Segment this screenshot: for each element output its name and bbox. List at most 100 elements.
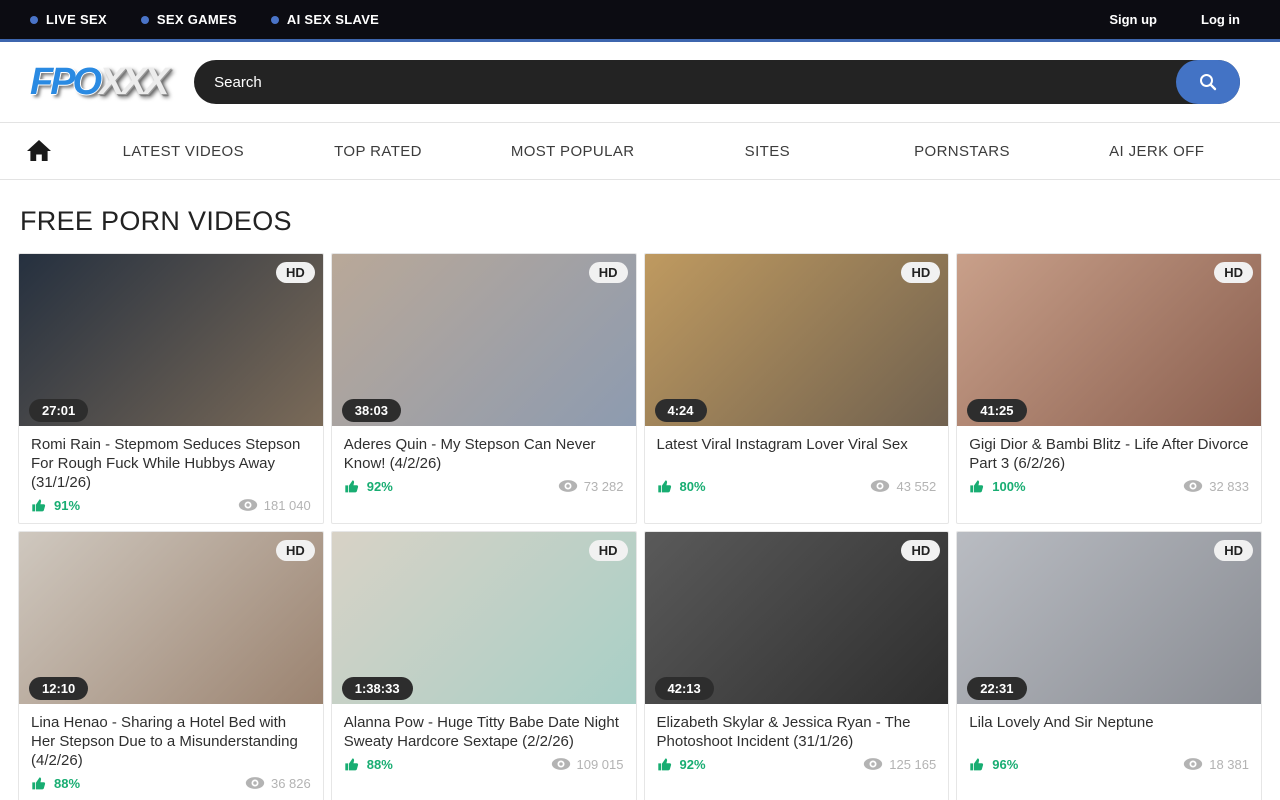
video-info: Elizabeth Skylar & Jessica Ryan - The Ph… <box>645 704 949 782</box>
hd-badge: HD <box>1214 540 1253 561</box>
video-title[interactable]: Alanna Pow - Huge Titty Babe Date Night … <box>344 713 624 751</box>
video-thumbnail[interactable]: HD 22:31 <box>957 532 1261 704</box>
nav-item-most-popular[interactable]: MOST POPULAR <box>475 143 670 160</box>
site-header: FPOXXX <box>0 42 1280 122</box>
eye-icon <box>863 757 883 771</box>
video-thumbnail[interactable]: HD 12:10 <box>19 532 323 704</box>
thumbs-up-icon <box>31 775 48 791</box>
video-info: Latest Viral Instagram Lover Viral Sex 8… <box>645 426 949 504</box>
video-thumbnail[interactable]: HD 38:03 <box>332 254 636 426</box>
view-count: 36 826 <box>271 776 311 791</box>
bullet-dot-icon <box>141 16 149 24</box>
signup-link[interactable]: Sign up <box>1109 12 1157 27</box>
video-card[interactable]: HD 12:10 Lina Henao - Sharing a Hotel Be… <box>18 531 324 800</box>
topbar-auth: Sign up Log in <box>1109 12 1240 27</box>
hd-badge: HD <box>1214 262 1253 283</box>
logo-text-primary: FPO <box>30 61 99 103</box>
duration-badge: 4:24 <box>655 399 707 422</box>
thumbs-up-icon <box>969 756 986 772</box>
eye-icon <box>1183 757 1203 771</box>
video-info: Romi Rain - Stepmom Seduces Stepson For … <box>19 426 323 523</box>
main-nav: LATEST VIDEOS TOP RATED MOST POPULAR SIT… <box>0 122 1280 180</box>
home-icon <box>26 139 52 163</box>
nav-item-top-rated[interactable]: TOP RATED <box>281 143 476 160</box>
view-count: 109 015 <box>577 757 624 772</box>
like-rating: 88% <box>31 775 80 791</box>
view-counter: 181 040 <box>238 498 311 513</box>
eye-icon <box>551 757 571 771</box>
video-title[interactable]: Lina Henao - Sharing a Hotel Bed with He… <box>31 713 311 770</box>
nav-item-pornstars[interactable]: PORNSTARS <box>865 143 1060 160</box>
video-thumbnail[interactable]: HD 42:13 <box>645 532 949 704</box>
video-card[interactable]: HD 38:03 Aderes Quin - My Stepson Can Ne… <box>331 253 637 524</box>
video-grid: HD 27:01 Romi Rain - Stepmom Seduces Ste… <box>18 253 1262 800</box>
view-count: 125 165 <box>889 757 936 772</box>
video-card[interactable]: HD 4:24 Latest Viral Instagram Lover Vir… <box>644 253 950 524</box>
duration-badge: 41:25 <box>967 399 1026 422</box>
video-info: Aderes Quin - My Stepson Can Never Know!… <box>332 426 636 504</box>
nav-item-sites[interactable]: SITES <box>670 143 865 160</box>
like-rating: 88% <box>344 756 393 772</box>
hd-badge: HD <box>589 262 628 283</box>
view-counter: 109 015 <box>551 757 624 772</box>
like-rating: 92% <box>344 478 393 494</box>
duration-badge: 12:10 <box>29 677 88 700</box>
video-title[interactable]: Latest Viral Instagram Lover Viral Sex <box>657 435 937 473</box>
topbar-link-label: AI SEX SLAVE <box>287 12 379 27</box>
view-count: 32 833 <box>1209 479 1249 494</box>
view-counter: 43 552 <box>870 479 936 494</box>
video-thumbnail[interactable]: HD 27:01 <box>19 254 323 426</box>
eye-icon <box>870 479 890 493</box>
topbar-link-live-sex[interactable]: LIVE SEX <box>30 12 107 27</box>
topbar-link-label: SEX GAMES <box>157 12 237 27</box>
nav-item-home[interactable] <box>26 139 86 163</box>
hd-badge: HD <box>589 540 628 561</box>
thumbs-up-icon <box>657 478 674 494</box>
view-count: 43 552 <box>896 479 936 494</box>
view-counter: 18 381 <box>1183 757 1249 772</box>
video-card[interactable]: HD 41:25 Gigi Dior & Bambi Blitz - Life … <box>956 253 1262 524</box>
nav-item-latest-videos[interactable]: LATEST VIDEOS <box>86 143 281 160</box>
video-thumbnail[interactable]: HD 41:25 <box>957 254 1261 426</box>
eye-icon <box>245 776 265 790</box>
eye-icon <box>1183 479 1203 493</box>
video-info: Lina Henao - Sharing a Hotel Bed with He… <box>19 704 323 800</box>
video-stats: 88% 36 826 <box>31 775 311 791</box>
video-title[interactable]: Aderes Quin - My Stepson Can Never Know!… <box>344 435 624 473</box>
topbar-link-ai-sex-slave[interactable]: AI SEX SLAVE <box>271 12 379 27</box>
video-card[interactable]: HD 22:31 Lila Lovely And Sir Neptune 96% <box>956 531 1262 800</box>
nav-item-ai-jerk-off[interactable]: AI JERK OFF <box>1059 143 1254 160</box>
search-input[interactable] <box>194 60 1240 104</box>
duration-badge: 27:01 <box>29 399 88 422</box>
search-button[interactable] <box>1176 60 1240 104</box>
thumbs-up-icon <box>969 478 986 494</box>
video-stats: 80% 43 552 <box>657 478 937 494</box>
like-rating: 92% <box>657 756 706 772</box>
view-counter: 125 165 <box>863 757 936 772</box>
video-thumbnail[interactable]: HD 1:38:33 <box>332 532 636 704</box>
video-title[interactable]: Gigi Dior & Bambi Blitz - Life After Div… <box>969 435 1249 473</box>
video-card[interactable]: HD 42:13 Elizabeth Skylar & Jessica Ryan… <box>644 531 950 800</box>
thumbs-up-icon <box>344 756 361 772</box>
hd-badge: HD <box>276 262 315 283</box>
video-title[interactable]: Lila Lovely And Sir Neptune <box>969 713 1249 751</box>
view-count: 73 282 <box>584 479 624 494</box>
view-counter: 36 826 <box>245 776 311 791</box>
video-title[interactable]: Elizabeth Skylar & Jessica Ryan - The Ph… <box>657 713 937 751</box>
logo-text-secondary: XXX <box>99 61 166 103</box>
like-percent: 92% <box>680 757 706 772</box>
video-title[interactable]: Romi Rain - Stepmom Seduces Stepson For … <box>31 435 311 492</box>
topbar-links: LIVE SEX SEX GAMES AI SEX SLAVE <box>30 12 379 27</box>
video-card[interactable]: HD 1:38:33 Alanna Pow - Huge Titty Babe … <box>331 531 637 800</box>
video-card[interactable]: HD 27:01 Romi Rain - Stepmom Seduces Ste… <box>18 253 324 524</box>
video-thumbnail[interactable]: HD 4:24 <box>645 254 949 426</box>
login-link[interactable]: Log in <box>1201 12 1240 27</box>
video-info: Lila Lovely And Sir Neptune 96% 18 381 <box>957 704 1261 782</box>
thumbs-up-icon <box>344 478 361 494</box>
bullet-dot-icon <box>271 16 279 24</box>
view-counter: 32 833 <box>1183 479 1249 494</box>
hd-badge: HD <box>276 540 315 561</box>
site-logo[interactable]: FPOXXX <box>30 61 166 104</box>
view-counter: 73 282 <box>558 479 624 494</box>
topbar-link-sex-games[interactable]: SEX GAMES <box>141 12 237 27</box>
